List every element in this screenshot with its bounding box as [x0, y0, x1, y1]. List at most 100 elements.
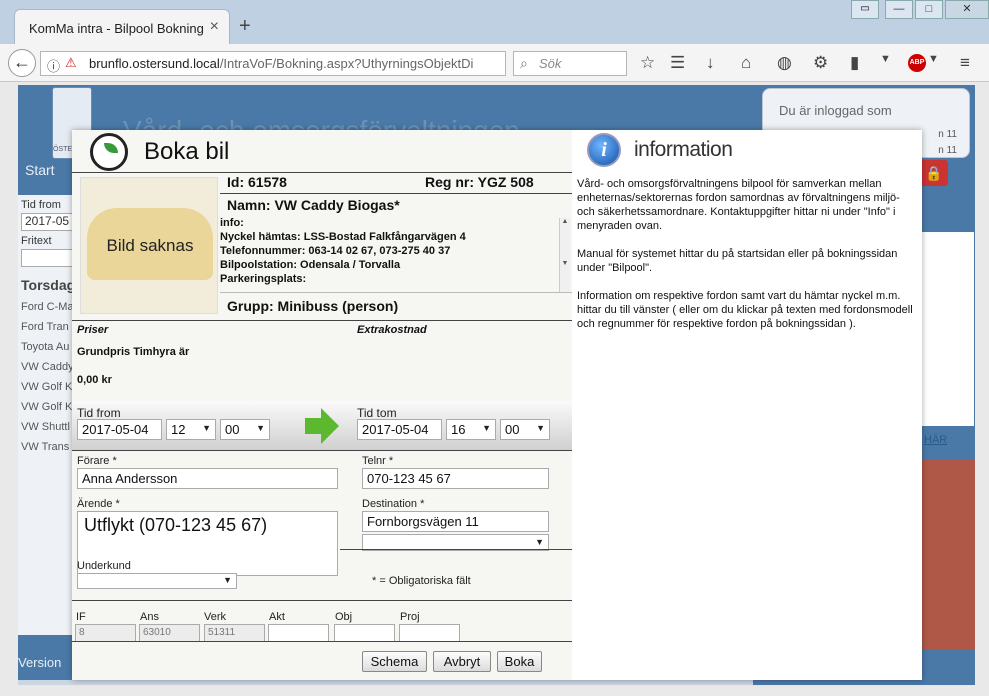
- divider: [72, 641, 572, 642]
- account-verk-input: 51311: [204, 624, 265, 642]
- address-bar[interactable]: ⓘ ⚠ brunflo.ostersund.local/IntraVoF/Bok…: [40, 51, 535, 76]
- tid-from-input[interactable]: 2017-05: [21, 213, 77, 231]
- tab-close-icon[interactable]: ×: [210, 18, 219, 36]
- tid-from-label: Tid from: [21, 199, 61, 211]
- login-user-line: n 11: [938, 145, 957, 156]
- extension-icon[interactable]: ⚙: [813, 53, 828, 73]
- taskbar-extra-icon[interactable]: ▭: [851, 0, 879, 19]
- vehicle-reg: Reg nr: YGZ 508: [425, 174, 534, 190]
- vehicle-link[interactable]: Ford C-Ma: [21, 301, 77, 313]
- info-line: Telefonnummer: 063-14 02 67, 073-275 40 …: [220, 245, 451, 257]
- vehicle-link[interactable]: VW Golf K: [21, 401, 77, 413]
- time-from-hour-select[interactable]: 12 ▼: [166, 419, 216, 440]
- account-ans-label: Ans: [140, 611, 159, 623]
- har-link[interactable]: HÄR: [924, 434, 947, 446]
- base-price-amount: 0,00 kr: [77, 374, 112, 386]
- login-label: Du är inloggad som: [779, 103, 892, 118]
- time-to-hour-select[interactable]: 16 ▼: [446, 419, 496, 440]
- vehicle-group: Grupp: Minibuss (person): [227, 298, 399, 314]
- info-line: info:: [220, 217, 244, 229]
- close-window-icon[interactable]: ✕: [945, 0, 989, 19]
- chevron-down-icon[interactable]: ▼: [880, 53, 891, 65]
- time-to-date-input[interactable]: 2017-05-04: [357, 419, 442, 440]
- lock-icon[interactable]: 🔒: [920, 160, 948, 186]
- browser-tab[interactable]: KomMa intra - Bilpool Bokning ×: [14, 9, 230, 44]
- adblock-menu-icon[interactable]: ▼: [928, 53, 939, 65]
- search-icon: ⌕: [520, 55, 528, 71]
- account-akt-label: Akt: [269, 611, 285, 623]
- time-from-minute-select[interactable]: 00 ▼: [220, 419, 270, 440]
- info-line: Parkeringsplats:: [220, 273, 307, 285]
- info-line: Bilpoolstation: Odensala / Torvalla: [220, 259, 401, 271]
- extra-cost-label: Extrakostnad: [357, 324, 427, 336]
- time-from-date-input[interactable]: 2017-05-04: [77, 419, 162, 440]
- vehicle-link[interactable]: VW Golf K: [21, 381, 77, 393]
- book-button[interactable]: Boka: [497, 651, 542, 672]
- menu-icon[interactable]: ≡: [960, 53, 970, 73]
- fritext-label: Fritext: [21, 235, 52, 247]
- info-line: Nyckel hämtas: LSS-Bostad Falkfångarväge…: [220, 231, 466, 243]
- account-proj-input[interactable]: [399, 624, 460, 642]
- account-proj-label: Proj: [400, 611, 420, 623]
- schema-button[interactable]: Schema: [362, 651, 427, 672]
- vehicle-link[interactable]: Ford Tran: [21, 321, 77, 333]
- info-paragraph: Vård- och omsorgsförvaltningens bilpool …: [577, 178, 900, 232]
- photo-missing-text: Bild saknas: [106, 236, 194, 255]
- insecure-icon: ⚠: [65, 55, 77, 70]
- info-scrollbar[interactable]: ▲ ▼: [559, 218, 570, 292]
- chevron-down-icon: ▼: [202, 423, 211, 433]
- subcustomer-select[interactable]: ▼: [77, 573, 237, 589]
- minimize-icon[interactable]: —: [885, 0, 913, 19]
- phone-label: Telnr *: [362, 455, 394, 467]
- destination-label: Destination *: [362, 498, 425, 510]
- driver-label: Förare *: [77, 455, 117, 467]
- browser-navbar: ← ⓘ ⚠ brunflo.ostersund.local/IntraVoF/B…: [0, 44, 989, 82]
- account-if-label: IF: [76, 611, 86, 623]
- maximize-icon[interactable]: □: [915, 0, 943, 19]
- time-to-minute-select[interactable]: 00 ▼: [500, 419, 550, 440]
- destination-input[interactable]: Fornborgsvägen 11: [362, 511, 549, 532]
- home-icon[interactable]: ⌂: [741, 53, 751, 73]
- download-icon[interactable]: ↓: [706, 53, 715, 73]
- start-link[interactable]: Start: [25, 162, 55, 178]
- account-akt-input[interactable]: [268, 624, 329, 642]
- reading-list-icon[interactable]: ☰: [670, 53, 685, 73]
- login-user-line: n 11: [938, 129, 957, 140]
- vehicle-link[interactable]: VW Caddy: [21, 361, 77, 373]
- cancel-button[interactable]: Avbryt: [433, 651, 491, 672]
- new-tab-icon[interactable]: +: [239, 15, 251, 38]
- vehicle-link[interactable]: VW Shuttl: [21, 421, 77, 433]
- tab-title: KomMa intra - Bilpool Bokning: [29, 21, 204, 36]
- account-obj-input[interactable]: [334, 624, 395, 642]
- divider: [72, 450, 572, 451]
- driver-input[interactable]: Anna Andersson: [77, 468, 338, 489]
- back-icon[interactable]: ←: [8, 49, 36, 77]
- komma-logo-icon: [90, 133, 128, 171]
- search-box[interactable]: ⌕ Sök: [513, 51, 627, 76]
- url-text[interactable]: brunflo.ostersund.local/IntraVoF/Bokning…: [89, 56, 489, 71]
- errand-label: Ärende *: [77, 498, 120, 510]
- vehicle-info-box[interactable]: info: Nyckel hämtas: LSS-Bostad Falkfång…: [220, 216, 570, 292]
- fritext-input[interactable]: [21, 249, 77, 267]
- search-placeholder: Sök: [539, 56, 562, 71]
- account-obj-label: Obj: [335, 611, 353, 623]
- adblock-icon[interactable]: ABP: [908, 54, 926, 72]
- vehicle-link[interactable]: VW Trans: [21, 441, 77, 453]
- chevron-down-icon: ▼: [535, 537, 544, 547]
- chevron-down-icon: ▼: [223, 575, 232, 585]
- left-filter-panel: Tid from 2017-05 Fritext Torsdag Ford C-…: [18, 195, 78, 635]
- vehicle-link[interactable]: Toyota Au: [21, 341, 77, 353]
- browser-tabbar: KomMa intra - Bilpool Bokning × + ▭ — □ …: [0, 0, 989, 44]
- phone-input[interactable]: 070-123 45 67: [362, 468, 549, 489]
- booking-form-panel: Boka bil Bild saknas Id: 61578 Reg nr: Y…: [72, 130, 572, 680]
- prices-label: Priser: [77, 324, 109, 336]
- vehicle-photo: Bild saknas: [80, 177, 218, 314]
- vehicle-name: Namn: VW Caddy Biogas*: [227, 197, 400, 213]
- bookmark-star-icon[interactable]: ☆: [640, 53, 655, 73]
- vehicle-id: Id: 61578: [227, 174, 287, 190]
- window-controls: — □ ✕: [883, 0, 989, 20]
- sync-icon[interactable]: ◍: [777, 53, 792, 73]
- chevron-down-icon: ▼: [536, 423, 545, 433]
- info-icon[interactable]: ⓘ: [47, 56, 60, 75]
- clipboard-icon[interactable]: ▮: [850, 53, 859, 73]
